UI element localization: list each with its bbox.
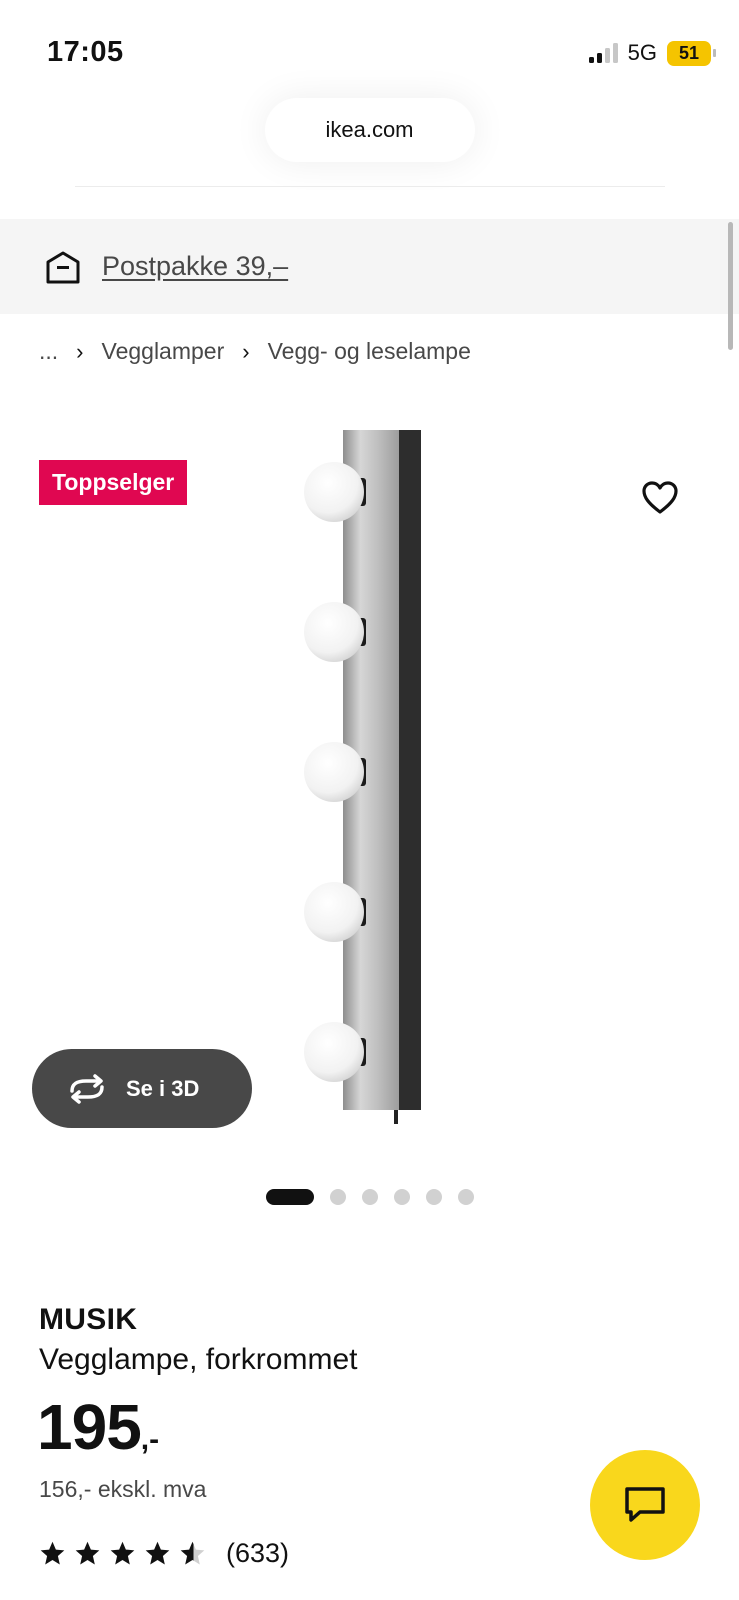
gallery-dot-3[interactable] — [361, 1189, 378, 1205]
price-integer: 195 — [37, 1391, 142, 1463]
gallery-dot-2[interactable] — [329, 1189, 346, 1205]
breadcrumb-item-vegglamper[interactable]: Vegglamper — [102, 338, 225, 365]
breadcrumb-ellipsis[interactable]: ... — [39, 338, 58, 365]
signal-icon — [588, 43, 618, 63]
top-seller-badge: Toppselger — [39, 460, 188, 505]
chevron-right-icon: › — [242, 338, 250, 364]
address-bar[interactable]: ikea.com — [264, 98, 475, 162]
gallery-dot-4[interactable] — [393, 1189, 410, 1205]
product-price: 195,- — [37, 1390, 159, 1464]
status-time: 17:05 — [47, 36, 124, 68]
gallery-pagination — [0, 1189, 739, 1205]
address-bar-container: ikea.com — [0, 98, 739, 162]
price-ex-vat: 156,- ekskl. mva — [39, 1476, 207, 1502]
shipping-link[interactable]: Postpakke 39,– — [102, 251, 288, 282]
network-type: 5G — [627, 40, 657, 65]
divider — [75, 186, 665, 187]
status-bar: 17:05 5G 51 — [0, 0, 739, 100]
product-image[interactable] — [300, 430, 440, 1150]
gallery-dot-1[interactable] — [265, 1189, 314, 1205]
package-icon — [46, 251, 80, 283]
rating-stars — [39, 1540, 206, 1567]
breadcrumb: ... › Vegglamper › Vegg- og leselampe — [39, 338, 471, 365]
gallery-dot-6[interactable] — [457, 1189, 474, 1205]
chevron-right-icon: › — [76, 338, 84, 364]
gallery-dot-5[interactable] — [425, 1189, 442, 1205]
chat-icon — [625, 1487, 665, 1522]
half-star-icon — [180, 1541, 205, 1565]
product-description: Vegglampe, forkrommet — [39, 1343, 358, 1376]
breadcrumb-item-current[interactable]: Vegg- og leselampe — [268, 338, 471, 365]
rating[interactable]: (633) — [39, 1538, 289, 1569]
star-icon — [75, 1541, 100, 1565]
battery-icon: 51 — [667, 40, 716, 66]
status-indicators: 5G 51 — [588, 40, 716, 66]
price-suffix: ,- — [140, 1423, 160, 1456]
chat-button[interactable] — [590, 1450, 700, 1560]
star-icon — [40, 1541, 65, 1565]
rotate-3d-icon — [70, 1073, 104, 1104]
view-3d-button[interactable]: Se i 3D — [32, 1049, 252, 1128]
scrollbar[interactable] — [728, 222, 733, 350]
review-count[interactable]: (633) — [226, 1538, 289, 1569]
product-name: MUSIK — [39, 1303, 138, 1336]
view-3d-label: Se i 3D — [126, 1075, 200, 1101]
star-icon — [110, 1541, 135, 1565]
star-icon — [145, 1541, 170, 1565]
heart-icon[interactable] — [640, 478, 680, 518]
shipping-banner[interactable]: Postpakke 39,– — [0, 219, 739, 314]
